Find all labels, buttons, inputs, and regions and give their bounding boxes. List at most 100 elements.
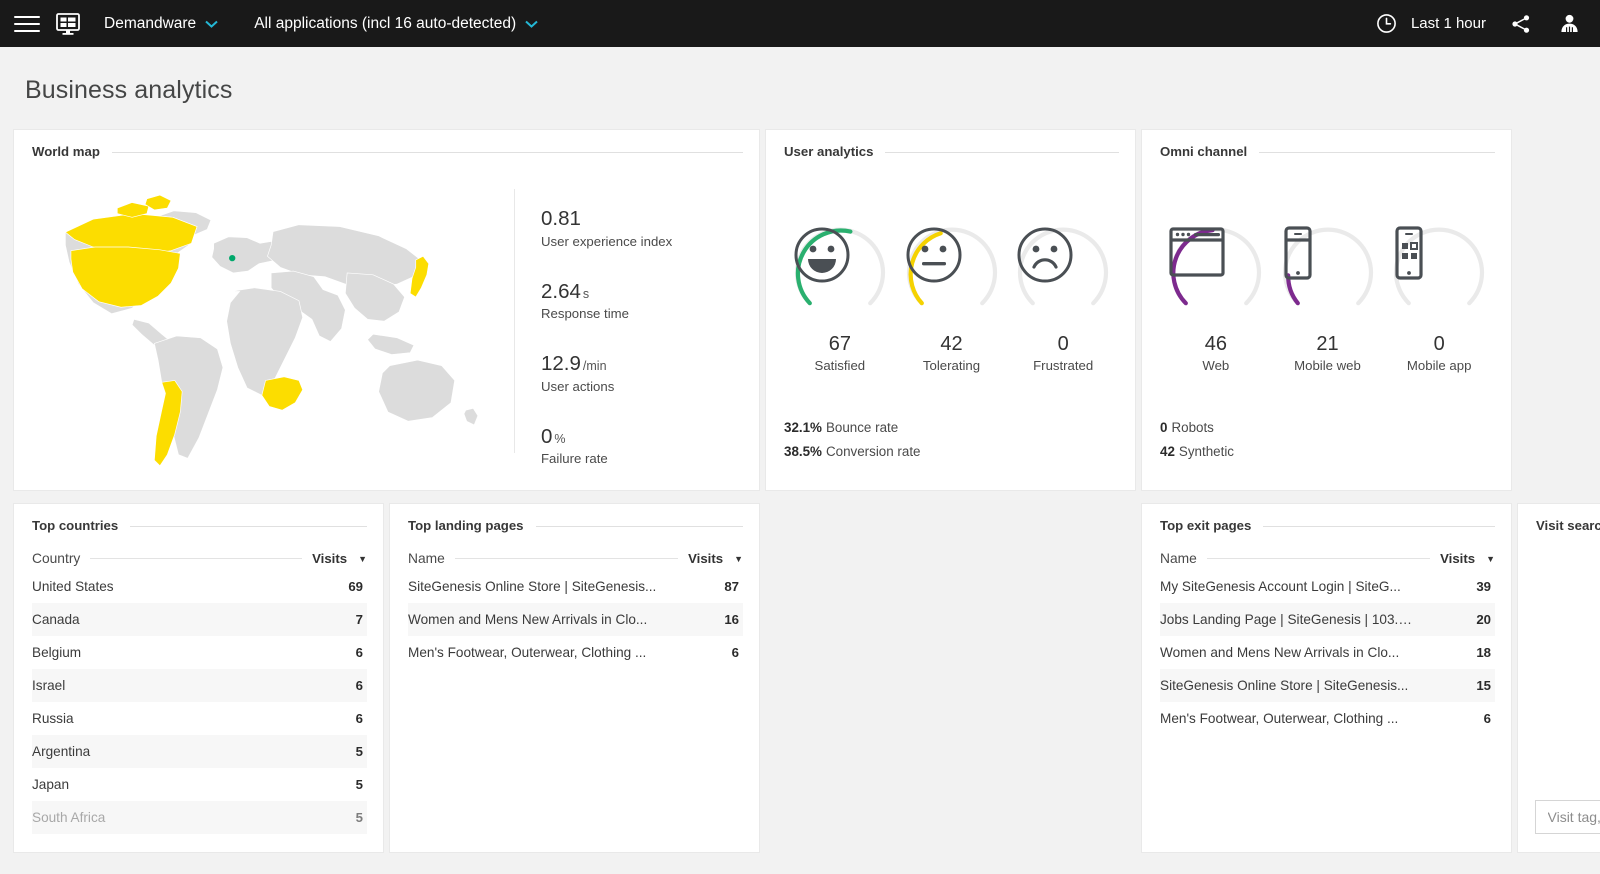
top-countries-table: Country Visits ▼ xyxy=(32,551,367,834)
row-name: SiteGenesis Online Store | SiteGenesis..… xyxy=(408,570,660,603)
table-row[interactable]: United States69 xyxy=(32,570,367,603)
title-divider xyxy=(112,152,743,153)
stat-value: 0.81 xyxy=(541,207,581,230)
column-header-name[interactable]: Name xyxy=(408,551,660,570)
row-value: 87 xyxy=(660,570,743,603)
conversion-rate-row: 38.5%Conversion rate xyxy=(784,444,1119,459)
column-header-visits[interactable]: Visits ▼ xyxy=(660,551,743,570)
omni-channel-footer: 0Robots 42Synthetic xyxy=(1160,411,1495,483)
table-row[interactable]: Men's Footwear, Outerwear, Clothing ...6 xyxy=(408,636,743,669)
omni-channel-card: Omni channel xyxy=(1142,130,1511,490)
dashboard-grid: World map xyxy=(0,105,1600,852)
column-header-visits[interactable]: Visits ▼ xyxy=(1412,551,1495,570)
table-row[interactable]: Jobs Landing Page | SiteGenesis | 103.1.… xyxy=(1160,603,1495,636)
visit-search-field[interactable] xyxy=(1535,800,1600,834)
top-exit-pages-title: Top exit pages xyxy=(1160,518,1251,533)
world-map-stats: 0.81 User experience index 2.64s Respons… xyxy=(515,163,743,483)
row-name: SiteGenesis Online Store | SiteGenesis..… xyxy=(1160,669,1412,702)
row-name: Men's Footwear, Outerwear, Clothing ... xyxy=(1160,702,1412,735)
row-value: 6 xyxy=(284,702,367,735)
gauge-mobile-app[interactable]: 0 Mobile app xyxy=(1383,225,1495,373)
row-value: 6 xyxy=(284,636,367,669)
row-value: 20 xyxy=(1412,603,1495,636)
sort-descending-caret-icon[interactable]: ▼ xyxy=(1486,554,1495,564)
top-landing-pages-card: Top landing pages Name xyxy=(390,504,759,852)
gauge-label: Tolerating xyxy=(896,358,1008,373)
world-map-card: World map xyxy=(14,130,759,490)
table-row[interactable]: Russia6 xyxy=(32,702,367,735)
dashboard-monitor-icon[interactable] xyxy=(54,10,82,38)
column-header-name[interactable]: Name xyxy=(1160,551,1412,570)
page-title: Business analytics xyxy=(0,47,1600,105)
top-landing-pages-title: Top landing pages xyxy=(408,518,524,533)
table-row[interactable]: SiteGenesis Online Store | SiteGenesis..… xyxy=(408,570,743,603)
table-row[interactable]: Argentina5 xyxy=(32,735,367,768)
row-value: 16 xyxy=(660,603,743,636)
world-map-title: World map xyxy=(32,144,100,159)
stat-value: 12.9 xyxy=(541,352,581,375)
gauge-frustrated[interactable]: 0 Frustrated xyxy=(1007,225,1119,373)
header-rule xyxy=(455,558,660,559)
table-row[interactable]: Israel6 xyxy=(32,669,367,702)
chevron-down-icon xyxy=(205,20,218,28)
row-name: United States xyxy=(32,570,284,603)
row-value: 39 xyxy=(1412,570,1495,603)
gauge-value: 67 xyxy=(784,333,896,356)
world-map-visualization[interactable] xyxy=(32,163,514,483)
synthetic-value: 42 xyxy=(1160,444,1175,459)
gauge-web[interactable]: 46 Web xyxy=(1160,225,1272,373)
row-name: Canada xyxy=(32,603,284,636)
column-header-visits[interactable]: Visits ▼ xyxy=(284,551,367,570)
table-row[interactable]: Men's Footwear, Outerwear, Clothing ...6 xyxy=(1160,702,1495,735)
stat-user-experience-index: 0.81 User experience index xyxy=(541,207,743,249)
stat-user-actions: 12.9/min User actions xyxy=(541,352,743,394)
mobile-app-icon xyxy=(1391,225,1487,321)
top-exit-pages-table: Name Visits ▼ xyxy=(1160,551,1495,735)
synthetic-label: Synthetic xyxy=(1179,444,1234,459)
top-exit-pages-card: Top exit pages Name xyxy=(1142,504,1511,852)
table-row[interactable]: SiteGenesis Online Store | SiteGenesis..… xyxy=(1160,669,1495,702)
map-marker-belgium xyxy=(229,255,235,261)
user-avatar-icon[interactable] xyxy=(1556,11,1582,37)
top-countries-title: Top countries xyxy=(32,518,118,533)
application-scope-selector[interactable]: All applications (incl 16 auto-detected) xyxy=(254,15,538,33)
synthetic-row: 42 Synthetic xyxy=(1160,444,1495,459)
header-rule xyxy=(660,558,678,559)
row-value: 5 xyxy=(284,768,367,801)
table-row[interactable]: Canada7 xyxy=(32,603,367,636)
table-row[interactable]: Women and Mens New Arrivals in Clo...16 xyxy=(408,603,743,636)
row-value: 6 xyxy=(1412,702,1495,735)
search-input[interactable] xyxy=(1548,809,1600,825)
sort-descending-caret-icon[interactable]: ▼ xyxy=(358,554,367,564)
stat-unit: /min xyxy=(583,359,607,373)
table-row[interactable]: South Africa5 xyxy=(32,801,367,834)
browser-window-icon xyxy=(1168,225,1264,321)
row-name: Israel xyxy=(32,669,284,702)
column-header-country[interactable]: Country xyxy=(32,551,284,570)
timeframe-selector[interactable]: Last 1 hour xyxy=(1374,11,1486,37)
title-divider xyxy=(536,526,743,527)
sort-descending-caret-icon[interactable]: ▼ xyxy=(734,554,743,564)
table-row[interactable]: Japan5 xyxy=(32,768,367,801)
row-value: 69 xyxy=(284,570,367,603)
tenant-selector[interactable]: Demandware xyxy=(104,15,218,33)
gauge-mobile-web[interactable]: 21 Mobile web xyxy=(1272,225,1384,373)
stat-unit: % xyxy=(554,432,565,446)
gauge-label: Frustrated xyxy=(1007,358,1119,373)
table-row[interactable]: My SiteGenesis Account Login | SiteG...3… xyxy=(1160,570,1495,603)
share-icon[interactable] xyxy=(1508,11,1534,37)
empty-cell xyxy=(1518,130,1600,490)
top-navigation-bar: Demandware All applications (incl 16 aut… xyxy=(0,0,1600,47)
gauge-value: 0 xyxy=(1383,333,1495,356)
table-row[interactable]: Women and Mens New Arrivals in Clo...18 xyxy=(1160,636,1495,669)
mobile-phone-icon xyxy=(1280,225,1376,321)
robots-label: Robots xyxy=(1171,420,1213,435)
hamburger-menu-icon[interactable] xyxy=(14,11,40,37)
gauge-satisfied[interactable]: 67 Satisfied xyxy=(784,225,896,373)
row-name: Jobs Landing Page | SiteGenesis | 103.1.… xyxy=(1160,603,1412,636)
user-analytics-footer: 32.1%Bounce rate 38.5%Conversion rate xyxy=(784,411,1119,483)
gauge-tolerating[interactable]: 42 Tolerating xyxy=(896,225,1008,373)
gauge-value: 0 xyxy=(1007,333,1119,356)
table-row[interactable]: Belgium6 xyxy=(32,636,367,669)
smiley-sad-icon xyxy=(1015,225,1111,321)
